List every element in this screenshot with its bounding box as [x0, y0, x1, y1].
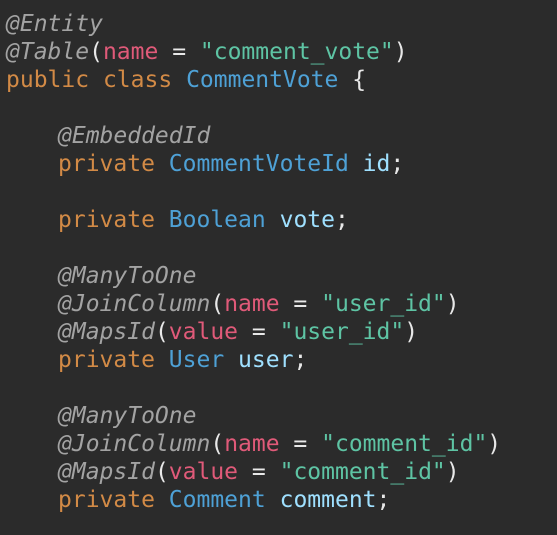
many-to-one-annotation: @ManyToOne [58, 263, 197, 289]
class-keyword: class [102, 67, 173, 93]
code-line-17: @MapsId(value = "comment_id") [0, 458, 557, 486]
code-line-10: @ManyToOne [0, 262, 557, 290]
code-line-12: @MapsId(value = "user_id") [0, 318, 557, 346]
string-literal: "user_id" [279, 319, 405, 345]
close-paren: ) [404, 319, 419, 345]
annotation-param: name [224, 291, 280, 317]
many-to-one-annotation: @ManyToOne [58, 403, 197, 429]
string-literal: "comment_id" [321, 431, 488, 457]
field-name: comment [279, 487, 377, 513]
field-type: CommentVoteId [168, 151, 349, 177]
code-line-15: @ManyToOne [0, 402, 557, 430]
open-paren: ( [210, 431, 225, 457]
semicolon: ; [390, 151, 405, 177]
string-literal: "comment_id" [279, 459, 446, 485]
private-keyword: private [58, 207, 155, 233]
private-keyword: private [58, 347, 155, 373]
join-column-annotation: @JoinColumn [58, 291, 211, 317]
public-keyword: public [6, 67, 90, 93]
semicolon: ; [376, 487, 391, 513]
open-brace: { [352, 67, 367, 93]
annotation-param: name [102, 39, 159, 65]
close-paren: ) [445, 459, 460, 485]
code-line-18: private Comment comment; [0, 486, 557, 514]
entity-annotation: @Entity [6, 11, 103, 37]
equals-sign: = [238, 319, 280, 345]
field-type: User [168, 347, 225, 373]
string-literal: "comment_vote" [199, 39, 394, 65]
close-paren: ) [445, 291, 460, 317]
semicolon: ; [293, 347, 308, 373]
equals-sign: = [238, 459, 280, 485]
code-line-5: @EmbeddedId [0, 122, 557, 150]
code-line-16: @JoinColumn(name = "comment_id") [0, 430, 557, 458]
open-paren: ( [210, 291, 225, 317]
code-line-2: @Table(name = "comment_vote") [0, 38, 557, 66]
code-line-11: @JoinColumn(name = "user_id") [0, 290, 557, 318]
equals-sign: = [279, 431, 322, 457]
annotation-param: value [168, 319, 239, 345]
string-literal: "user_id" [321, 291, 446, 317]
private-keyword: private [58, 151, 155, 177]
field-name: vote [279, 207, 335, 233]
field-name: id [362, 151, 391, 177]
field-type: Comment [168, 487, 266, 513]
private-keyword: private [58, 487, 155, 513]
semicolon: ; [334, 207, 349, 233]
maps-id-annotation: @MapsId [58, 319, 155, 345]
code-line-13: private User user; [0, 346, 557, 374]
close-paren: ) [487, 431, 502, 457]
maps-id-annotation: @MapsId [58, 459, 155, 485]
join-column-annotation: @JoinColumn [58, 431, 211, 457]
code-line-3: public class CommentVote { [0, 66, 557, 94]
close-paren: ) [393, 39, 408, 65]
open-paren: ( [154, 459, 169, 485]
code-line-8: private Boolean vote; [0, 206, 557, 234]
field-type: Boolean [168, 207, 266, 233]
annotation-param: name [224, 431, 280, 457]
code-editor[interactable]: @Entity @Table(name = "comment_vote") pu… [0, 0, 557, 535]
equals-sign: = [158, 39, 200, 65]
embedded-id-annotation: @EmbeddedId [58, 123, 211, 149]
code-line-1: @Entity [0, 10, 557, 38]
annotation-param: value [168, 459, 239, 485]
equals-sign: = [279, 291, 322, 317]
open-paren: ( [89, 39, 103, 65]
field-name: user [238, 347, 294, 373]
class-name: CommentVote [186, 67, 339, 93]
open-paren: ( [154, 319, 169, 345]
table-annotation: @Table [6, 39, 90, 65]
code-line-6: private CommentVoteId id; [0, 150, 557, 178]
